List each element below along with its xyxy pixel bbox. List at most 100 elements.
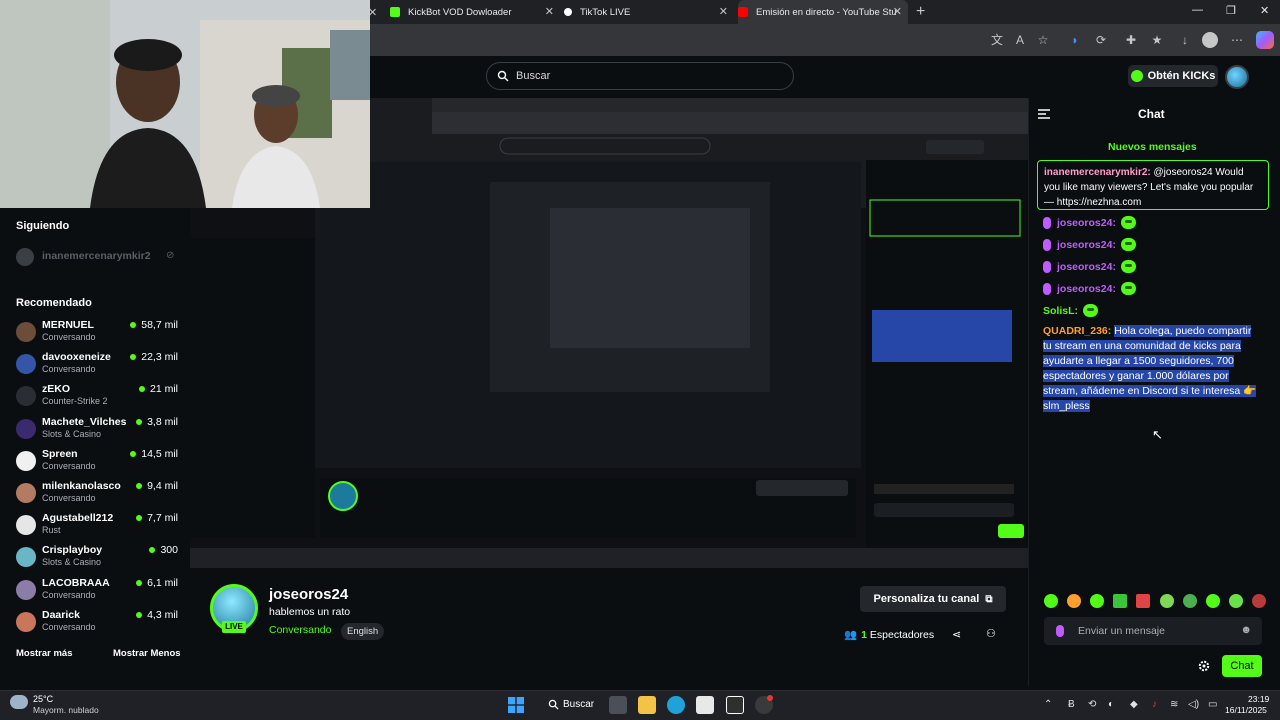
tray-app-icon[interactable]: ◆: [1130, 699, 1138, 710]
avatar: [16, 547, 36, 568]
chat-username[interactable]: joseoros24:: [1057, 217, 1116, 229]
show-less-button[interactable]: Mostrar Menos: [113, 648, 181, 659]
capcut-icon[interactable]: [726, 696, 744, 714]
sidebar-channel-item[interactable]: Crisplayboy Slots & Casino 300: [16, 543, 178, 571]
translate-icon[interactable]: 文: [990, 33, 1004, 47]
clock-time[interactable]: 23:19: [1248, 694, 1269, 704]
maximize-button[interactable]: ❐: [1226, 4, 1236, 17]
wifi-icon[interactable]: ≋: [1170, 699, 1178, 710]
sidebar-channel-item[interactable]: Machete_Vilches Slots & Casino 3,8 mil: [16, 415, 178, 443]
weather-description[interactable]: Mayorm. nublado: [33, 705, 99, 715]
live-dot-icon: [136, 483, 143, 489]
chat-username[interactable]: QUADRI_236:: [1043, 325, 1111, 337]
emote-icon[interactable]: [1067, 594, 1082, 608]
tab-kickbot[interactable]: KickBot VOD Dowloader ✕: [390, 0, 560, 24]
chat-username[interactable]: joseoros24:: [1057, 239, 1116, 251]
get-kicks-button[interactable]: Obtén KICKs: [1128, 65, 1218, 87]
chevron-up-icon[interactable]: ⌃: [1044, 699, 1052, 710]
send-chat-button[interactable]: Chat: [1222, 655, 1262, 677]
viewer-count-text: 21 mil: [149, 383, 178, 396]
channel-name: davooxeneize: [42, 351, 111, 364]
collapse-chat-icon[interactable]: [1037, 107, 1051, 121]
pinned-message: inanemercenarymkir2: @joseoros24 Would y…: [1037, 160, 1269, 210]
search-input[interactable]: Buscar: [486, 62, 794, 90]
read-aloud-icon[interactable]: A: [1013, 33, 1027, 47]
language-tag[interactable]: English: [341, 623, 385, 640]
favorites-icon[interactable]: ★: [1150, 33, 1164, 47]
copilot-icon[interactable]: [1256, 31, 1274, 49]
emote-icon[interactable]: [1136, 594, 1151, 608]
sidebar-channel-item[interactable]: zEKO Counter-Strike 2 21 mil: [16, 382, 178, 410]
refresh-icon[interactable]: ⟳: [1094, 33, 1108, 47]
microphone-icon[interactable]: ♪: [1152, 699, 1157, 710]
tab-youtube-studio[interactable]: Emisión en directo - YouTube Stu ✕: [738, 0, 908, 24]
emote-icon[interactable]: [1205, 594, 1220, 608]
download-icon[interactable]: ↓: [1178, 33, 1192, 47]
sidebar-channel-item[interactable]: LACOBRAAA Conversando 6,1 mil: [16, 576, 178, 604]
chat-input[interactable]: Enviar un mensaje ☻: [1044, 617, 1262, 645]
sidebar-channel-item[interactable]: milenkanolasco Conversando 9,4 mil: [16, 479, 178, 507]
emote-icon[interactable]: [1044, 594, 1058, 608]
tab-tiktok[interactable]: TikTok LIVE ✕: [564, 0, 734, 24]
weather-temperature[interactable]: 25°C: [33, 694, 53, 704]
profile-icon[interactable]: [1202, 32, 1218, 48]
sidebar-channel-item[interactable]: Daarick Conversando 4,3 mil: [16, 608, 178, 636]
chat-username[interactable]: inanemercenarymkir2:: [1044, 167, 1151, 178]
emoji-icon[interactable]: ☻: [1240, 624, 1252, 636]
taskbar-search[interactable]: Buscar: [548, 699, 594, 710]
sidebar-channel-item[interactable]: MERNUEL Conversando 58,7 mil: [16, 318, 178, 346]
minimize-button[interactable]: —: [1192, 4, 1203, 16]
more-menu-icon[interactable]: ⋯: [1230, 33, 1244, 47]
emote-icon[interactable]: [1090, 594, 1105, 608]
close-icon[interactable]: ✕: [893, 5, 902, 18]
emote-icon[interactable]: [1159, 594, 1174, 608]
close-window-button[interactable]: ✕: [1260, 4, 1269, 17]
customize-channel-button[interactable]: Personaliza tu canal ⧉: [860, 586, 1006, 612]
tab-label: Emisión en directo - YouTube Stu: [756, 6, 897, 18]
follow-user-icon[interactable]: ⚇: [986, 627, 996, 640]
chat-message: joseoros24:: [1043, 282, 1136, 295]
extension-icon[interactable]: ◗: [1068, 33, 1082, 47]
battery-icon[interactable]: ▭: [1208, 699, 1217, 710]
store-icon[interactable]: [696, 696, 714, 714]
channel-category: Rust: [42, 525, 61, 536]
following-item[interactable]: inanemercenarymkir2 ⊘: [16, 248, 178, 266]
sidebar-channel-item[interactable]: Spreen Conversando 14,5 mil: [16, 447, 178, 475]
stream-category[interactable]: Conversando: [269, 624, 331, 636]
channel-category: Conversando: [42, 332, 96, 342]
share-icon[interactable]: ⋖: [952, 628, 961, 641]
emote-icon[interactable]: [1251, 594, 1266, 608]
gear-icon[interactable]: [1198, 660, 1210, 672]
avatar: [16, 386, 36, 407]
new-tab-button[interactable]: +: [916, 3, 925, 21]
favorite-star-icon[interactable]: ☆: [1036, 33, 1050, 47]
sidebar-channel-item[interactable]: davooxeneize Conversando 22,3 mil: [16, 350, 178, 378]
windows-start-icon[interactable]: [508, 697, 524, 713]
youtube-icon: [738, 7, 748, 17]
emote-icon[interactable]: [1228, 594, 1243, 608]
show-more-button[interactable]: Mostrar más: [16, 648, 73, 659]
chat-message: joseoros24:: [1043, 238, 1136, 251]
sidebar-channel-item[interactable]: Agustabell212 Rust 7,7 mil: [16, 511, 178, 539]
chat-username[interactable]: joseoros24:: [1057, 261, 1116, 273]
task-view-icon[interactable]: [609, 696, 627, 714]
user-avatar[interactable]: [1225, 65, 1249, 89]
tray-app-icon[interactable]: ⟲: [1088, 699, 1096, 710]
new-messages-label[interactable]: Nuevos mensajes: [1108, 141, 1197, 153]
volume-icon[interactable]: ◁): [1188, 699, 1199, 710]
edge-icon[interactable]: [667, 696, 685, 714]
file-explorer-icon[interactable]: [638, 696, 656, 714]
emote-icon[interactable]: [1113, 594, 1128, 608]
close-icon[interactable]: ✕: [545, 5, 554, 18]
chat-username[interactable]: SolisL:: [1043, 305, 1078, 317]
streamer-name[interactable]: joseoros24: [269, 586, 348, 603]
chat-username[interactable]: joseoros24:: [1057, 283, 1116, 295]
clock-date[interactable]: 16/11/2025: [1225, 705, 1267, 715]
channel-name: milenkanolasco: [42, 480, 121, 492]
close-icon[interactable]: ✕: [719, 5, 728, 18]
extensions-puzzle-icon[interactable]: ✚: [1124, 33, 1138, 47]
viewer-number: 1: [861, 628, 867, 641]
tray-app-icon[interactable]: Ƀ: [1068, 699, 1075, 710]
tray-app-icon[interactable]: ◐: [1108, 699, 1114, 710]
emote-icon[interactable]: [1182, 594, 1197, 608]
